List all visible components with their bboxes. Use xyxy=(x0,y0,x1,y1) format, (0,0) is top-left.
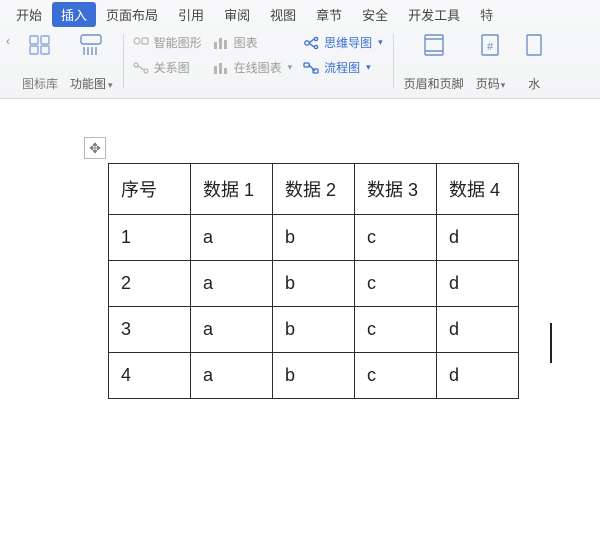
relation-chart-button[interactable]: 关系图 xyxy=(132,59,202,76)
chart-label: 图表 xyxy=(234,34,258,51)
cell[interactable]: a xyxy=(191,215,273,261)
col-header[interactable]: 数据 3 xyxy=(355,164,437,215)
move-icon: ✥ xyxy=(89,140,101,157)
online-chart-icon xyxy=(212,61,230,75)
chevron-down-icon: ▾ xyxy=(501,80,506,90)
divider xyxy=(393,34,394,88)
svg-text:#: # xyxy=(487,41,494,53)
cell[interactable]: a xyxy=(191,353,273,399)
icon-library-label: 图标库 xyxy=(22,75,58,92)
bar-chart-icon xyxy=(212,36,230,50)
col-header[interactable]: 数据 4 xyxy=(437,164,519,215)
document-workspace[interactable]: ✥ 序号 数据 1 数据 2 数据 3 数据 4 1 a b c d xyxy=(0,99,600,539)
tab-review[interactable]: 审阅 xyxy=(214,1,260,28)
cell[interactable]: c xyxy=(355,261,437,307)
tab-devtools[interactable]: 开发工具 xyxy=(398,1,470,28)
col-header[interactable]: 数据 2 xyxy=(273,164,355,215)
data-table[interactable]: 序号 数据 1 数据 2 数据 3 数据 4 1 a b c d 2 a xyxy=(108,163,519,399)
chevron-down-icon: ▾ xyxy=(288,62,293,73)
page-number-label: 页码▾ xyxy=(476,75,506,92)
tab-security[interactable]: 安全 xyxy=(352,1,398,28)
tab-chapter[interactable]: 章节 xyxy=(306,1,352,28)
icon-library-button[interactable]: 图标库 xyxy=(16,32,64,92)
table-move-handle[interactable]: ✥ xyxy=(84,137,106,159)
watermark-icon xyxy=(521,32,547,58)
function-chart-label: 功能图▾ xyxy=(70,75,113,92)
chevron-down-icon: ▾ xyxy=(366,62,371,73)
tab-insert[interactable]: 插入 xyxy=(52,2,96,27)
cell[interactable]: d xyxy=(437,215,519,261)
table-header-row: 序号 数据 1 数据 2 数据 3 数据 4 xyxy=(109,164,519,215)
cell[interactable]: 1 xyxy=(109,215,191,261)
tool-row: ‹ 图标库 功能图▾ xyxy=(6,28,594,92)
header-footer-icon xyxy=(421,32,447,58)
chevron-down-icon: ▾ xyxy=(378,37,383,48)
cell[interactable]: c xyxy=(355,353,437,399)
tabs-row: 开始 插入 页面布局 引用 审阅 视图 章节 安全 开发工具 特 xyxy=(6,0,594,28)
ribbon: 开始 插入 页面布局 引用 审阅 视图 章节 安全 开发工具 特 ‹ 图标库 xyxy=(0,0,600,99)
chevron-down-icon: ▾ xyxy=(108,80,113,90)
function-chart-button[interactable]: 功能图▾ xyxy=(64,32,119,92)
col-header[interactable]: 序号 xyxy=(109,164,191,215)
cell[interactable]: d xyxy=(437,353,519,399)
header-footer-label: 页眉和页脚 xyxy=(404,75,464,92)
page-number-icon: # xyxy=(477,32,503,58)
tab-trailing[interactable]: 特 xyxy=(470,1,503,28)
smartart-icon xyxy=(132,36,150,50)
cell[interactable]: c xyxy=(355,307,437,353)
divider xyxy=(123,34,124,88)
cell[interactable]: a xyxy=(191,261,273,307)
flowchart-button[interactable]: 流程图 ▾ xyxy=(302,59,383,76)
relation-chart-label: 关系图 xyxy=(154,59,190,76)
mindmap-button[interactable]: 思维导图 ▾ xyxy=(302,34,383,51)
page-number-button[interactable]: # 页码▾ xyxy=(470,32,512,92)
chevron-left-icon[interactable]: ‹ xyxy=(6,34,10,48)
grid-icon xyxy=(27,32,53,58)
online-chart-button[interactable]: 在线图表 ▾ xyxy=(212,59,293,76)
mini-col-1: 智能图形 关系图 xyxy=(128,32,208,76)
cell[interactable]: b xyxy=(273,353,355,399)
tab-start[interactable]: 开始 xyxy=(6,1,52,28)
tab-layout[interactable]: 页面布局 xyxy=(96,1,168,28)
table-row: 2 a b c d xyxy=(109,261,519,307)
flowchart-icon xyxy=(302,61,320,75)
mini-col-2: 图表 在线图表 ▾ xyxy=(208,32,299,76)
smartart-button[interactable]: 智能图形 xyxy=(132,34,202,51)
cell[interactable]: d xyxy=(437,307,519,353)
cell[interactable]: 2 xyxy=(109,261,191,307)
page: ✥ 序号 数据 1 数据 2 数据 3 数据 4 1 a b c d xyxy=(70,137,590,399)
mindmap-label: 思维导图 xyxy=(324,34,372,51)
text-cursor xyxy=(550,323,552,363)
smartart-label: 智能图形 xyxy=(154,34,202,51)
watermark-label: 水 xyxy=(528,75,540,92)
relation-icon xyxy=(132,61,150,75)
watermark-button[interactable]: 水 xyxy=(511,32,551,92)
table-row: 4 a b c d xyxy=(109,353,519,399)
mindmap-icon xyxy=(302,36,320,50)
cell[interactable]: d xyxy=(437,261,519,307)
table-row: 1 a b c d xyxy=(109,215,519,261)
col-header[interactable]: 数据 1 xyxy=(191,164,273,215)
cell[interactable]: b xyxy=(273,215,355,261)
shredder-icon xyxy=(78,32,104,58)
flowchart-label: 流程图 xyxy=(324,59,360,76)
cell[interactable]: 4 xyxy=(109,353,191,399)
cell[interactable]: 3 xyxy=(109,307,191,353)
chart-button[interactable]: 图表 xyxy=(212,34,293,51)
online-chart-label: 在线图表 xyxy=(234,59,282,76)
table-row: 3 a b c d xyxy=(109,307,519,353)
header-footer-button[interactable]: 页眉和页脚 xyxy=(398,32,470,92)
mini-col-3: 思维导图 ▾ 流程图 ▾ xyxy=(298,32,389,76)
tab-view[interactable]: 视图 xyxy=(260,1,306,28)
tab-reference[interactable]: 引用 xyxy=(168,1,214,28)
cell[interactable]: a xyxy=(191,307,273,353)
cell[interactable]: b xyxy=(273,261,355,307)
cell[interactable]: c xyxy=(355,215,437,261)
cell[interactable]: b xyxy=(273,307,355,353)
